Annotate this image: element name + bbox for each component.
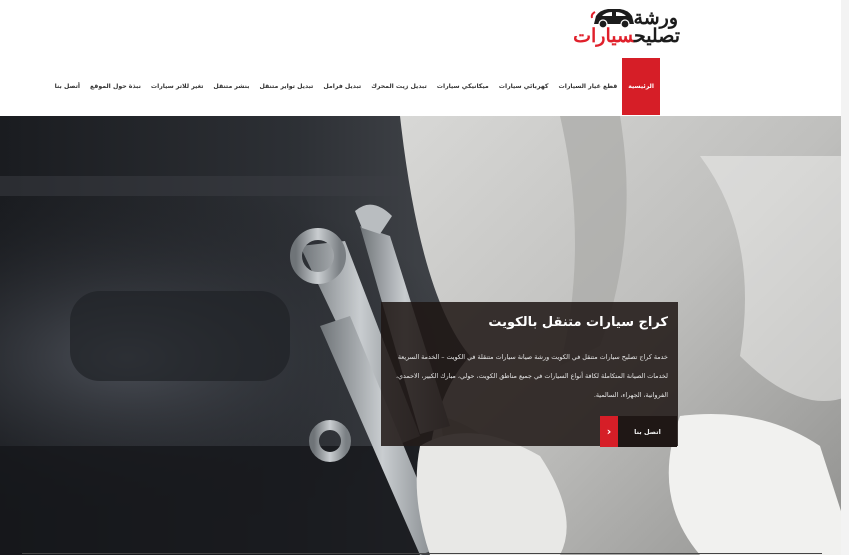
site-header: ورشة تصليحسيارات الرئيسية قطع غيار السيا… [0, 0, 849, 116]
nav-item-mobile-tires[interactable]: تبديل تواير متنقل [254, 58, 318, 115]
nav-item-oil-change[interactable]: تبديل زيت المحرك [366, 58, 432, 115]
site-logo[interactable]: ورشة تصليحسيارات [573, 6, 682, 48]
bottom-divider [22, 553, 822, 554]
nav-item-mobile-puncture[interactable]: بنشر متنقل [208, 58, 254, 115]
chevron-right-icon[interactable]: › [600, 416, 618, 447]
nav-item-spare-parts[interactable]: قطع غيار السيارات [554, 58, 623, 115]
main-nav: الرئيسية قطع غيار السيارات كهربائي سيارا… [55, 58, 660, 115]
nav-item-contact[interactable]: أتصل بنا [50, 58, 85, 115]
contact-us-label[interactable]: اتصل بنا [618, 416, 677, 447]
hero-slider: كراج سيارات متنقل بالكويت خدمة كراج تصلي… [0, 116, 849, 555]
page-scrollbar[interactable] [841, 0, 849, 555]
nav-item-home[interactable]: الرئيسية [622, 58, 660, 115]
hero-title: كراج سيارات متنقل بالكويت [488, 315, 668, 330]
nav-item-brakes[interactable]: تبديل فرامل [318, 58, 366, 115]
contact-us-button[interactable]: › اتصل بنا [600, 416, 677, 447]
nav-item-filters[interactable]: تغير للاتر سيارات [146, 58, 209, 115]
nav-item-car-electrician[interactable]: كهربائي سيارات [494, 58, 554, 115]
logo-word-repair-dark: تصليح [633, 25, 680, 47]
logo-word-repair: تصليحسيارات [573, 25, 680, 47]
nav-item-car-mechanic[interactable]: ميكانيكي سيارات [432, 58, 494, 115]
nav-item-about[interactable]: نبذة حول الموقع [85, 58, 146, 115]
hero-description: خدمة كراج تصليح سيارات متنقل في الكويت و… [395, 353, 668, 399]
logo-word-cars: سيارات [573, 25, 634, 47]
